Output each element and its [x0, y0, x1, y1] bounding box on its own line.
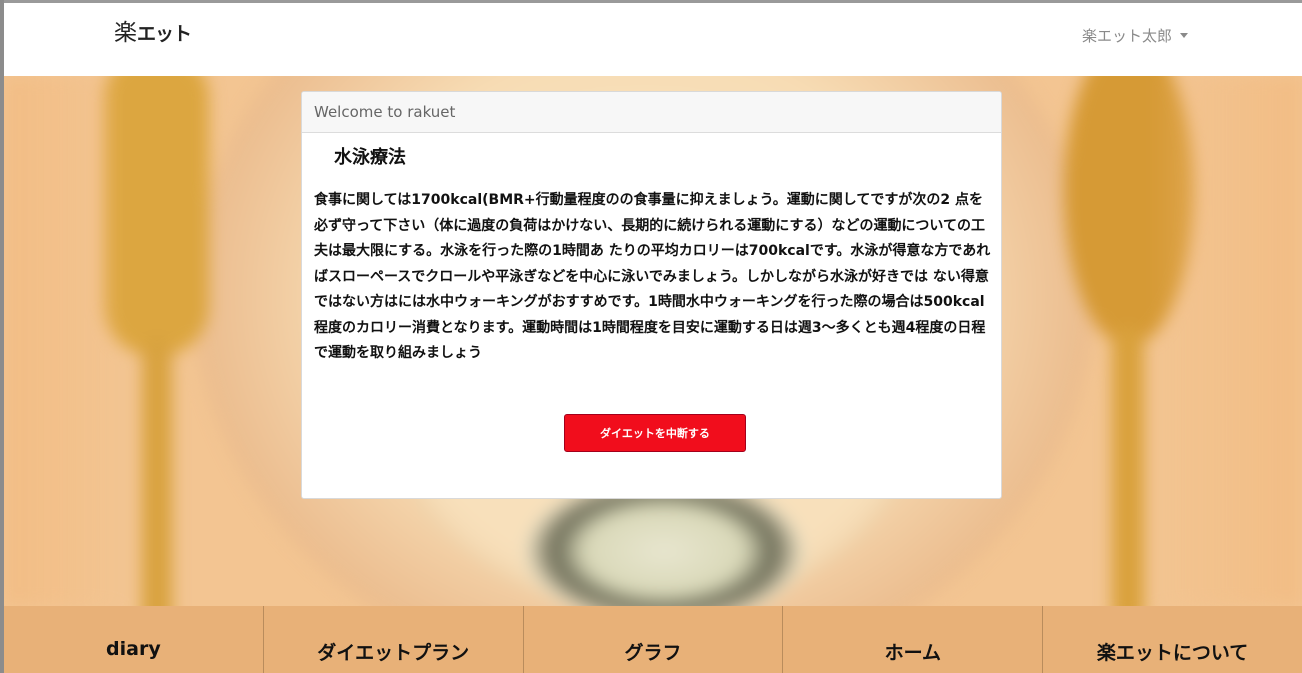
bottom-nav: diary ダイエットプラン グラフ ホーム 楽エットについて [4, 606, 1302, 673]
bottom-nav-graph[interactable]: グラフ [524, 606, 784, 673]
card-header: Welcome to rakuet [302, 92, 1001, 133]
brand-logo-kana: エット [137, 23, 192, 45]
user-menu-toggle[interactable]: 楽エット太郎 [1082, 25, 1188, 46]
bottom-nav-home[interactable]: ホーム [783, 606, 1044, 673]
plan-title: 水泳療法 [334, 147, 406, 168]
navbar: 楽 エット 楽エット太郎 [4, 3, 1302, 76]
brand-logo-kanji: 楽 [114, 20, 137, 46]
app-window: 楽 エット 楽エット太郎 Welcome to rakuet 水泳療法 食事に関… [0, 0, 1302, 673]
bottom-nav-about[interactable]: 楽エットについて [1043, 606, 1302, 673]
plan-description: 食事に関しては1700kcal(BMR+行動量程度のの食事量に抑えましょう。運動… [314, 192, 991, 361]
bottom-nav-diary[interactable]: diary [4, 606, 264, 673]
quit-diet-button[interactable]: ダイエットを中断する [564, 414, 746, 452]
hero-section: Welcome to rakuet 水泳療法 食事に関しては1700kcal(B… [4, 76, 1302, 606]
brand-logo[interactable]: 楽 エット [114, 20, 192, 46]
plan-card: Welcome to rakuet 水泳療法 食事に関しては1700kcal(B… [301, 91, 1002, 499]
user-name: 楽エット太郎 [1081, 27, 1172, 45]
caret-down-icon [1180, 33, 1188, 38]
window-left-border [0, 0, 4, 673]
bottom-nav-diet-plan[interactable]: ダイエットプラン [264, 606, 524, 673]
